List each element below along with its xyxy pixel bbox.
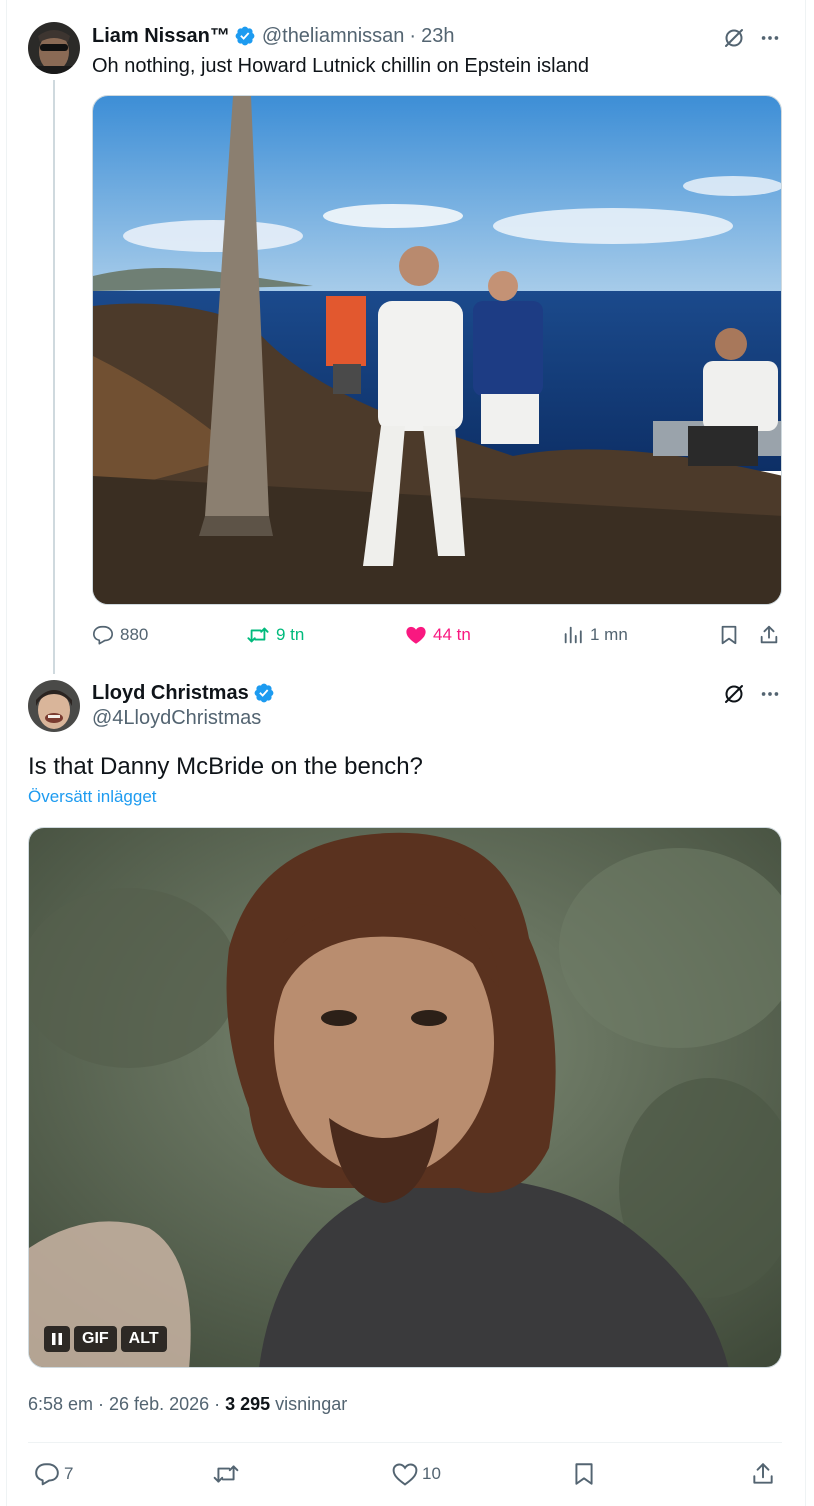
bookmark-icon bbox=[575, 1463, 593, 1485]
tweet-meta: 6:58 em · 26 feb. 2026 · 3 295 visningar bbox=[28, 1394, 347, 1415]
timestamp[interactable]: 23h bbox=[421, 25, 454, 48]
more-icon[interactable] bbox=[756, 24, 784, 52]
views-button[interactable]: 1 mn bbox=[562, 620, 628, 650]
grok-icon[interactable] bbox=[720, 680, 748, 708]
pause-icon bbox=[52, 1333, 62, 1345]
views-count: 1 mn bbox=[590, 625, 628, 644]
tweet-text: Oh nothing, just Howard Lutnick chillin … bbox=[92, 55, 589, 77]
verified-icon bbox=[253, 682, 275, 704]
views-count: 3 295 bbox=[225, 1394, 271, 1414]
bookmark-icon bbox=[721, 625, 737, 645]
bookmark-button[interactable] bbox=[571, 1458, 601, 1490]
reply-count: 7 bbox=[64, 1464, 74, 1483]
tweet-timestamp[interactable]: 6:58 em · 26 feb. 2026 · bbox=[28, 1394, 225, 1414]
tweet-text: Is that Danny McBride on the bench? bbox=[28, 753, 423, 780]
divider bbox=[28, 1442, 782, 1443]
views-icon bbox=[564, 626, 582, 644]
reply-button[interactable]: 7 bbox=[34, 1458, 73, 1490]
retweet-button[interactable] bbox=[213, 1458, 243, 1490]
like-count: 44 tn bbox=[433, 625, 471, 644]
reply-icon bbox=[93, 625, 113, 645]
like-icon bbox=[392, 1463, 418, 1486]
separator: · bbox=[409, 24, 417, 47]
tweet-photo[interactable] bbox=[92, 95, 782, 605]
share-icon bbox=[753, 1463, 773, 1484]
grok-icon[interactable] bbox=[720, 24, 748, 52]
tweet-header: Lloyd Christmas bbox=[92, 681, 281, 705]
author-handle[interactable]: @4LloydChristmas bbox=[92, 707, 261, 730]
thread-line bbox=[53, 80, 55, 674]
avatar[interactable] bbox=[28, 22, 80, 74]
author-name[interactable]: Liam Nissan™ bbox=[92, 25, 230, 48]
share-button[interactable] bbox=[750, 1458, 780, 1490]
author-handle[interactable]: @theliamnissan bbox=[262, 25, 405, 48]
share-icon bbox=[760, 625, 778, 644]
reply-count: 880 bbox=[120, 625, 149, 644]
tweet-gif[interactable] bbox=[28, 827, 782, 1368]
alt-badge[interactable]: ALT bbox=[120, 1326, 167, 1352]
retweet-icon bbox=[247, 627, 269, 643]
bookmark-button[interactable] bbox=[718, 620, 746, 650]
translate-link[interactable]: Översätt inlägget bbox=[28, 787, 157, 807]
tweet-actions: 7 10 bbox=[28, 1458, 788, 1490]
tweet-actions: 880 9 tn 44 tn 1 mn bbox=[92, 620, 792, 650]
reply-icon bbox=[35, 1463, 59, 1486]
retweet-count: 9 tn bbox=[276, 625, 305, 644]
like-count: 10 bbox=[422, 1464, 441, 1483]
like-button[interactable]: 10 bbox=[392, 1458, 441, 1490]
gif-badge: GIF bbox=[74, 1326, 117, 1352]
gif-controls: GIF ALT bbox=[44, 1326, 167, 1352]
author-name[interactable]: Lloyd Christmas bbox=[92, 682, 249, 705]
share-button[interactable] bbox=[758, 620, 786, 650]
pause-button[interactable] bbox=[44, 1326, 70, 1352]
reply-button[interactable]: 880 bbox=[92, 620, 148, 650]
like-icon bbox=[406, 626, 426, 644]
retweet-button[interactable]: 9 tn bbox=[246, 620, 304, 650]
more-icon[interactable] bbox=[756, 680, 784, 708]
avatar[interactable] bbox=[28, 680, 80, 732]
tweet-header: Liam Nissan™ @theliamnissan · 23h bbox=[92, 24, 454, 48]
like-button[interactable]: 44 tn bbox=[405, 620, 471, 650]
verified-icon bbox=[234, 25, 256, 47]
views-label: visningar bbox=[270, 1394, 348, 1414]
retweet-icon bbox=[213, 1465, 239, 1483]
